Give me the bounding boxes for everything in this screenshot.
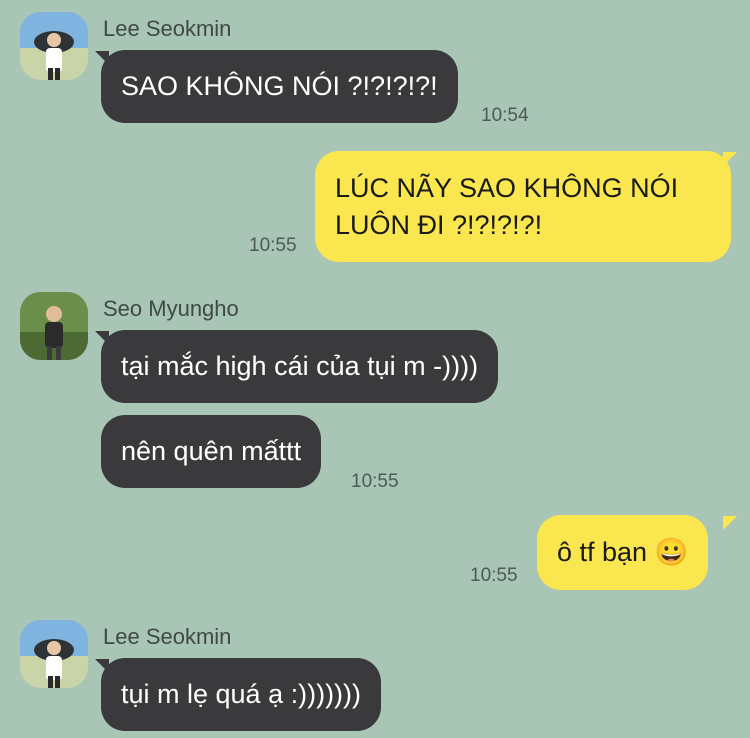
sender-name: Lee Seokmin xyxy=(103,624,232,649)
message-bubble[interactable]: tại mắc high cái của tụi m -)))) xyxy=(101,330,499,403)
message-timestamp: 10:55 xyxy=(470,565,518,586)
avatar-lee-seokmin[interactable] xyxy=(20,620,88,688)
avatar-seo-myungho[interactable] xyxy=(20,292,88,360)
message-bubble[interactable]: LÚC NÃY SAO KHÔNG NÓI LUÔN ĐI ?!?!?!?! xyxy=(315,151,731,262)
message-bubble[interactable]: tụi m lẹ quá ạ :))))))) xyxy=(101,658,382,731)
message-timestamp: 10:55 xyxy=(249,235,297,256)
avatar-lee-seokmin[interactable] xyxy=(20,12,88,80)
bubble-tail xyxy=(723,152,737,166)
bubble-tail xyxy=(723,516,737,530)
message-bubble[interactable]: SAO KHÔNG NÓI ?!?!?!?! xyxy=(101,50,458,123)
message-bubble[interactable]: ô tf bạn 😀 xyxy=(537,515,709,590)
message-timestamp: 10:54 xyxy=(481,105,529,126)
sender-name: Lee Seokmin xyxy=(103,16,232,41)
message-bubble[interactable]: nên quên mấttt xyxy=(101,415,322,488)
message-timestamp: 10:55 xyxy=(351,471,399,492)
sender-name: Seo Myungho xyxy=(103,296,239,321)
